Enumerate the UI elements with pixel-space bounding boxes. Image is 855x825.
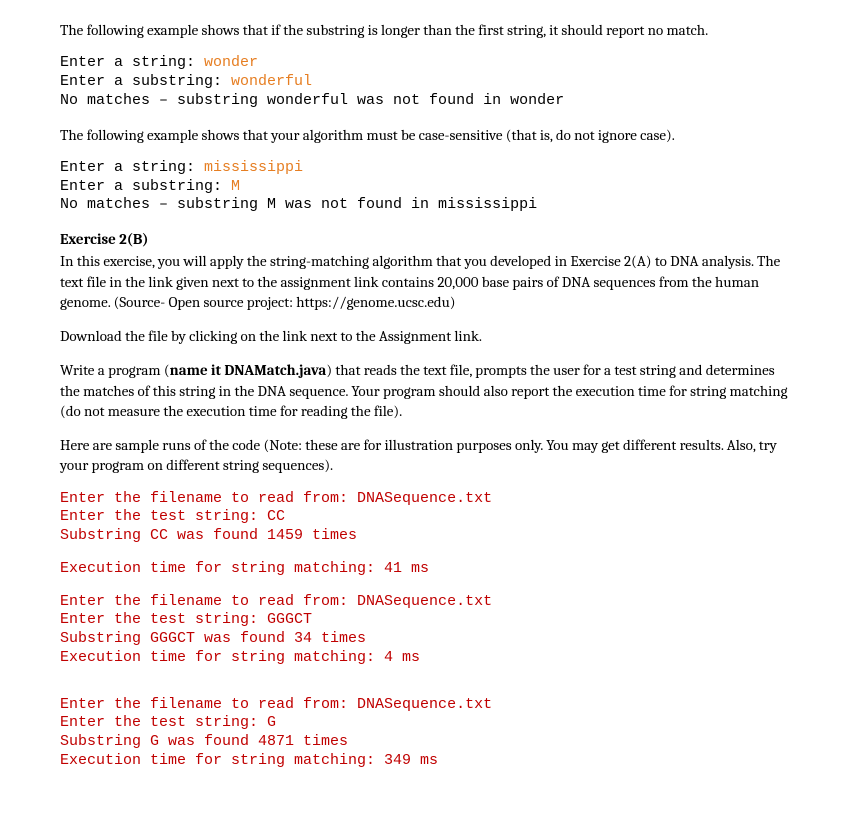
exercise-2b-heading: Exercise 2(B) [60, 229, 795, 249]
text-span: Write a program ( [60, 361, 170, 379]
user-input: wonder [204, 54, 258, 71]
code-line: Enter a substring: [60, 73, 231, 90]
user-input: mississippi [204, 159, 303, 176]
exercise-2b-paragraph-4: Here are sample runs of the code (Note: … [60, 435, 795, 476]
sample-run-2: Enter the filename to read from: DNASequ… [60, 593, 795, 668]
code-line: No matches – substring M was not found i… [60, 196, 537, 213]
paragraph-intro-1: The following example shows that if the … [60, 20, 795, 40]
paragraph-intro-2: The following example shows that your al… [60, 125, 795, 145]
code-block-1: Enter a string: wonder Enter a substring… [60, 54, 795, 110]
exercise-2b-paragraph-2: Download the file by clicking on the lin… [60, 326, 795, 346]
code-line: Enter a substring: [60, 178, 231, 195]
user-input: M [231, 178, 240, 195]
code-line: Enter a string: [60, 54, 204, 71]
code-line: No matches – substring wonderful was not… [60, 92, 564, 109]
user-input: wonderful [231, 73, 312, 90]
sample-run-1b: Execution time for string matching: 41 m… [60, 560, 795, 579]
code-block-2: Enter a string: mississippi Enter a subs… [60, 159, 795, 215]
sample-run-1a: Enter the filename to read from: DNASequ… [60, 490, 795, 546]
code-line: Enter a string: [60, 159, 204, 176]
exercise-2b-paragraph-3: Write a program (name it DNAMatch.java) … [60, 360, 795, 421]
sample-run-3: Enter the filename to read from: DNASequ… [60, 696, 795, 771]
exercise-2b-paragraph-1: In this exercise, you will apply the str… [60, 251, 795, 312]
bold-filename: name it DNAMatch.java [170, 361, 327, 379]
